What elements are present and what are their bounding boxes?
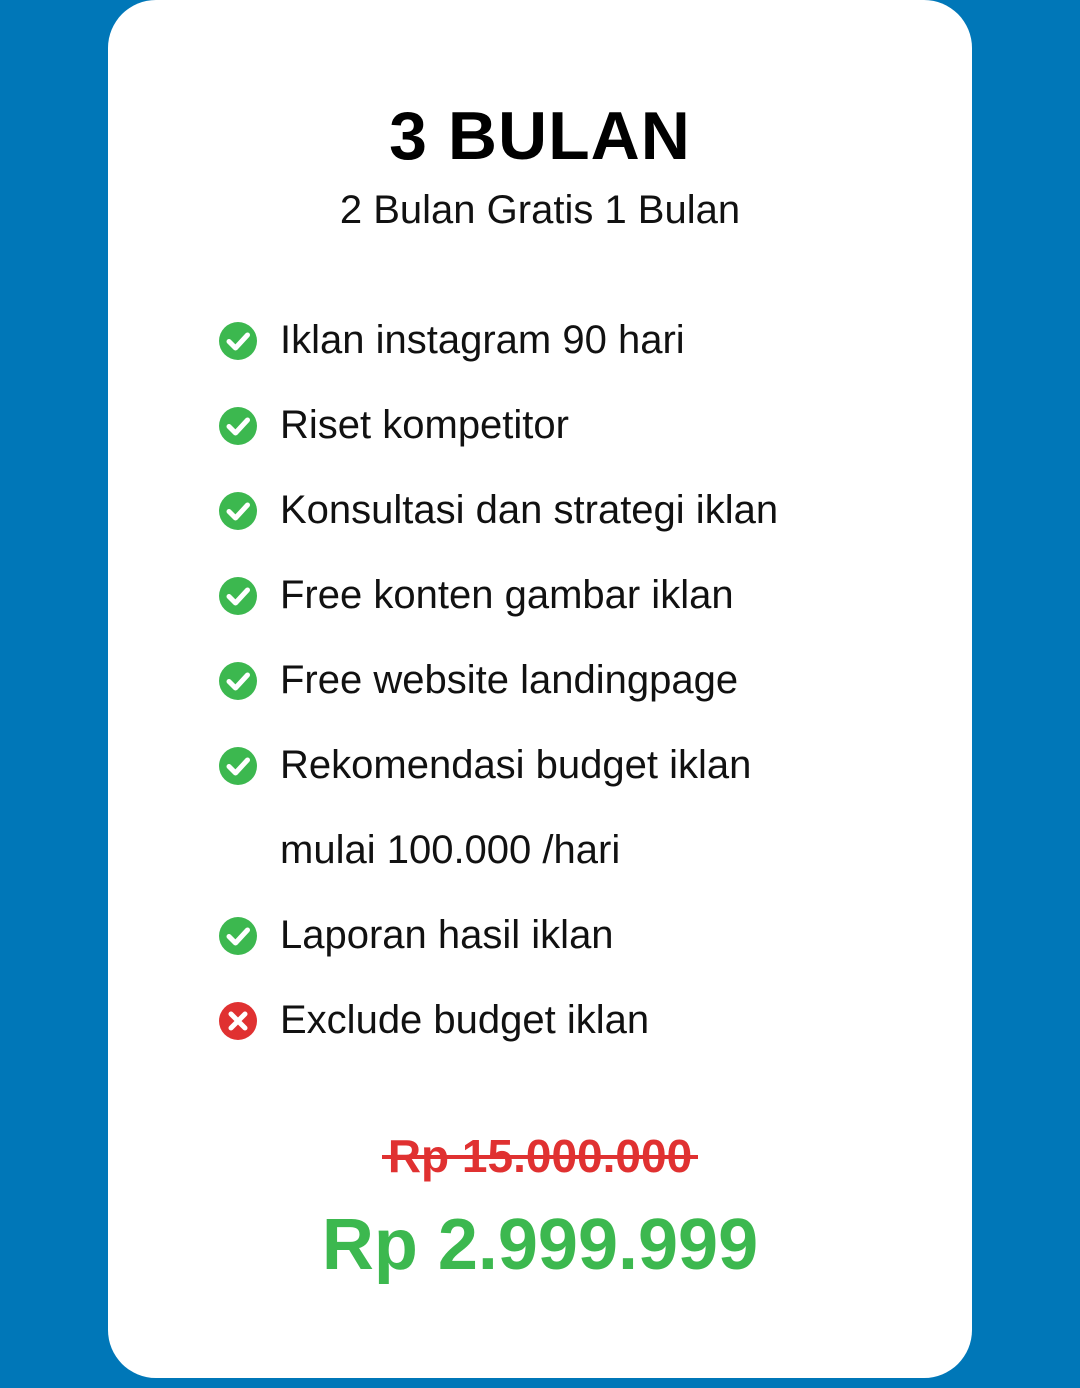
check-circle-icon xyxy=(219,407,257,445)
check-circle-icon xyxy=(219,662,257,700)
plan-title: 3 BULAN xyxy=(389,98,691,174)
feature-label: Laporan hasil iklan xyxy=(280,913,614,957)
feature-item-riset-kompetitor: Riset kompetitor xyxy=(218,383,918,468)
feature-item-laporan: Laporan hasil iklan xyxy=(218,893,918,978)
feature-item-free-website: Free website landingpage xyxy=(218,638,918,723)
price-block: Rp 15.000.000 Rp 2.999.999 xyxy=(108,1126,972,1286)
feature-item-rekomendasi-budget: Rekomendasi budget iklan xyxy=(218,723,918,808)
feature-label: Konsultasi dan strategi iklan xyxy=(280,488,779,532)
check-circle-icon xyxy=(219,322,257,360)
pricing-card: 3 BULAN 2 Bulan Gratis 1 Bulan Iklan ins… xyxy=(108,0,972,1378)
feature-label: mulai 100.000 /hari xyxy=(280,828,621,872)
original-price: Rp 15.000.000 xyxy=(381,1126,699,1186)
check-circle-icon xyxy=(219,747,257,785)
feature-list: Iklan instagram 90 hari Riset kompetitor… xyxy=(218,298,918,1063)
feature-item-iklan-instagram: Iklan instagram 90 hari xyxy=(218,298,918,383)
check-circle-icon xyxy=(219,577,257,615)
plan-subtitle: 2 Bulan Gratis 1 Bulan xyxy=(339,188,741,232)
check-circle-icon xyxy=(219,917,257,955)
x-circle-icon xyxy=(219,1002,257,1040)
feature-item-konsultasi: Konsultasi dan strategi iklan xyxy=(218,468,918,553)
feature-label: Exclude budget iklan xyxy=(280,998,650,1042)
feature-label: Free website landingpage xyxy=(280,658,739,702)
feature-label: Iklan instagram 90 hari xyxy=(280,318,685,362)
feature-label: Riset kompetitor xyxy=(280,403,569,447)
feature-label: Free konten gambar iklan xyxy=(280,573,734,617)
feature-label: Rekomendasi budget iklan xyxy=(280,743,752,787)
feature-item-exclude-budget: Exclude budget iklan xyxy=(218,978,918,1063)
feature-item-free-konten: Free konten gambar iklan xyxy=(218,553,918,638)
discount-price: Rp 2.999.999 xyxy=(321,1205,759,1285)
feature-item-budget-continuation: mulai 100.000 /hari xyxy=(218,808,918,893)
check-circle-icon xyxy=(219,492,257,530)
